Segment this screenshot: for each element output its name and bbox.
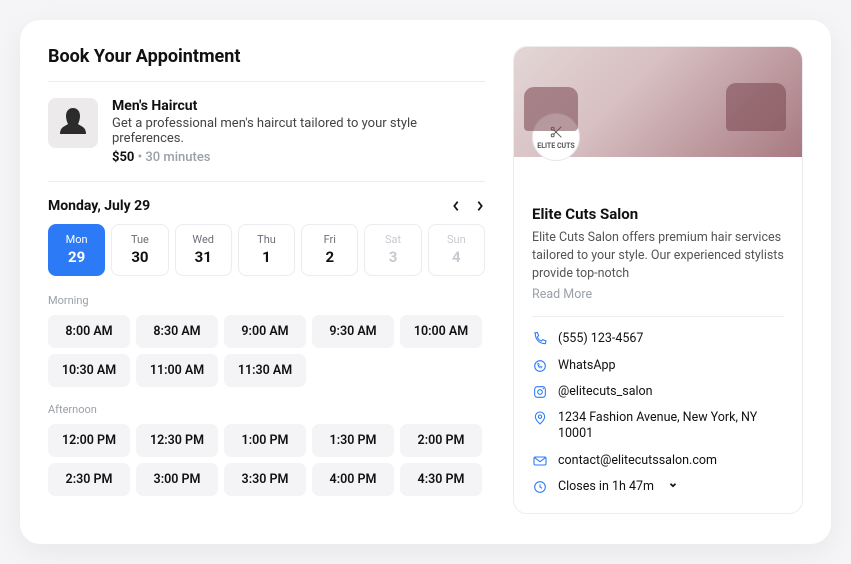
day-name: Sun bbox=[429, 233, 484, 246]
chevron-left-icon bbox=[452, 200, 460, 212]
service-duration: 30 minutes bbox=[145, 150, 210, 165]
day-option: Sun 4 bbox=[428, 224, 485, 276]
salon-name: Elite Cuts Salon bbox=[532, 205, 784, 223]
day-number: 29 bbox=[49, 248, 104, 266]
time-slot[interactable]: 2:30 PM bbox=[48, 463, 130, 496]
salon-description: Elite Cuts Salon offers premium hair ser… bbox=[532, 229, 784, 283]
person-silhouette-icon bbox=[48, 98, 98, 148]
service-title: Men's Haircut bbox=[112, 98, 485, 114]
day-number: 30 bbox=[112, 248, 167, 266]
instagram-icon bbox=[532, 384, 548, 400]
service-price: $50 bbox=[112, 150, 134, 165]
morning-slots: 8:00 AM8:30 AM9:00 AM9:30 AM10:00 AM 10:3… bbox=[48, 315, 485, 387]
service-meta: $50 • 30 minutes bbox=[112, 150, 485, 165]
prev-week-button[interactable] bbox=[451, 199, 461, 213]
read-more-link[interactable]: Read More bbox=[532, 287, 592, 302]
service-description: Get a professional men's haircut tailore… bbox=[112, 116, 485, 146]
day-number: 3 bbox=[365, 248, 420, 266]
time-slot[interactable]: 3:30 PM bbox=[224, 463, 306, 496]
date-navigation bbox=[451, 199, 485, 213]
salon-phone: (555) 123-4567 bbox=[558, 331, 643, 347]
booking-left-panel: Book Your Appointment Men's Haircut Get … bbox=[48, 46, 485, 514]
day-option[interactable]: Thu 1 bbox=[238, 224, 295, 276]
phone-icon bbox=[532, 331, 548, 347]
divider bbox=[48, 81, 485, 82]
day-option[interactable]: Wed 31 bbox=[175, 224, 232, 276]
time-slot[interactable]: 10:30 AM bbox=[48, 354, 130, 387]
page-title: Book Your Appointment bbox=[48, 46, 485, 67]
day-option[interactable]: Tue 30 bbox=[111, 224, 168, 276]
day-name: Mon bbox=[49, 233, 104, 246]
day-number: 1 bbox=[239, 248, 294, 266]
salon-phone-row[interactable]: (555) 123-4567 bbox=[532, 331, 784, 347]
map-pin-icon bbox=[532, 410, 548, 426]
day-number: 2 bbox=[302, 248, 357, 266]
time-slot[interactable]: 1:00 PM bbox=[224, 424, 306, 457]
afternoon-slots: 12:00 PM12:30 PM1:00 PM1:30 PM2:00 PM 2:3… bbox=[48, 424, 485, 496]
day-number: 4 bbox=[429, 248, 484, 266]
day-number: 31 bbox=[176, 248, 231, 266]
day-option: Sat 3 bbox=[364, 224, 421, 276]
salon-email: contact@elitecutssalon.com bbox=[558, 453, 717, 469]
salon-info-panel: ELITE CUTS Elite Cuts Salon Elite Cuts S… bbox=[513, 46, 803, 514]
time-slot[interactable]: 1:30 PM bbox=[312, 424, 394, 457]
day-name: Fri bbox=[302, 233, 357, 246]
time-slot[interactable]: 10:00 AM bbox=[400, 315, 482, 348]
time-slot[interactable]: 2:00 PM bbox=[400, 424, 482, 457]
time-slot[interactable]: 9:00 AM bbox=[224, 315, 306, 348]
next-week-button[interactable] bbox=[475, 199, 485, 213]
day-option[interactable]: Mon 29 bbox=[48, 224, 105, 276]
time-slot[interactable]: 12:30 PM bbox=[136, 424, 218, 457]
time-slot[interactable]: 11:30 AM bbox=[224, 354, 306, 387]
whatsapp-icon bbox=[532, 358, 548, 374]
salon-logo: ELITE CUTS bbox=[532, 113, 580, 161]
salon-banner-image: ELITE CUTS bbox=[514, 47, 802, 157]
day-name: Sat bbox=[365, 233, 420, 246]
day-name: Tue bbox=[112, 233, 167, 246]
chevron-down-icon bbox=[664, 479, 678, 494]
time-slot[interactable]: 4:00 PM bbox=[312, 463, 394, 496]
salon-hours: Closes in 1h 47m bbox=[558, 479, 654, 495]
service-summary: Men's Haircut Get a professional men's h… bbox=[48, 98, 485, 182]
day-name: Thu bbox=[239, 233, 294, 246]
time-slot[interactable]: 8:00 AM bbox=[48, 315, 130, 348]
day-picker: Mon 29 Tue 30 Wed 31 Thu 1 Fri 2 Sat 3 Sun 4 bbox=[48, 224, 485, 276]
morning-label: Morning bbox=[48, 294, 485, 307]
salon-instagram: @elitecuts_salon bbox=[558, 384, 653, 400]
time-slot[interactable]: 11:00 AM bbox=[136, 354, 218, 387]
clock-icon bbox=[532, 479, 548, 495]
time-slot[interactable]: 3:00 PM bbox=[136, 463, 218, 496]
divider bbox=[532, 316, 784, 317]
chevron-right-icon bbox=[476, 200, 484, 212]
day-option[interactable]: Fri 2 bbox=[301, 224, 358, 276]
salon-email-row[interactable]: contact@elitecutssalon.com bbox=[532, 453, 784, 469]
service-thumbnail bbox=[48, 98, 98, 148]
salon-address-row[interactable]: 1234 Fashion Avenue, New York, NY 10001 bbox=[532, 410, 784, 443]
time-slot[interactable]: 9:30 AM bbox=[312, 315, 394, 348]
time-slot[interactable]: 12:00 PM bbox=[48, 424, 130, 457]
mail-icon bbox=[532, 453, 548, 469]
afternoon-label: Afternoon bbox=[48, 403, 485, 416]
salon-whatsapp: WhatsApp bbox=[558, 358, 616, 374]
salon-whatsapp-row[interactable]: WhatsApp bbox=[532, 358, 784, 374]
time-slot[interactable]: 8:30 AM bbox=[136, 315, 218, 348]
booking-card: Book Your Appointment Men's Haircut Get … bbox=[20, 20, 831, 544]
scissors-icon bbox=[548, 124, 564, 140]
day-name: Wed bbox=[176, 233, 231, 246]
salon-hours-row[interactable]: Closes in 1h 47m bbox=[532, 479, 784, 495]
selected-date-label: Monday, July 29 bbox=[48, 198, 150, 214]
time-slot[interactable]: 4:30 PM bbox=[400, 463, 482, 496]
salon-address: 1234 Fashion Avenue, New York, NY 10001 bbox=[558, 410, 784, 443]
salon-instagram-row[interactable]: @elitecuts_salon bbox=[532, 384, 784, 400]
